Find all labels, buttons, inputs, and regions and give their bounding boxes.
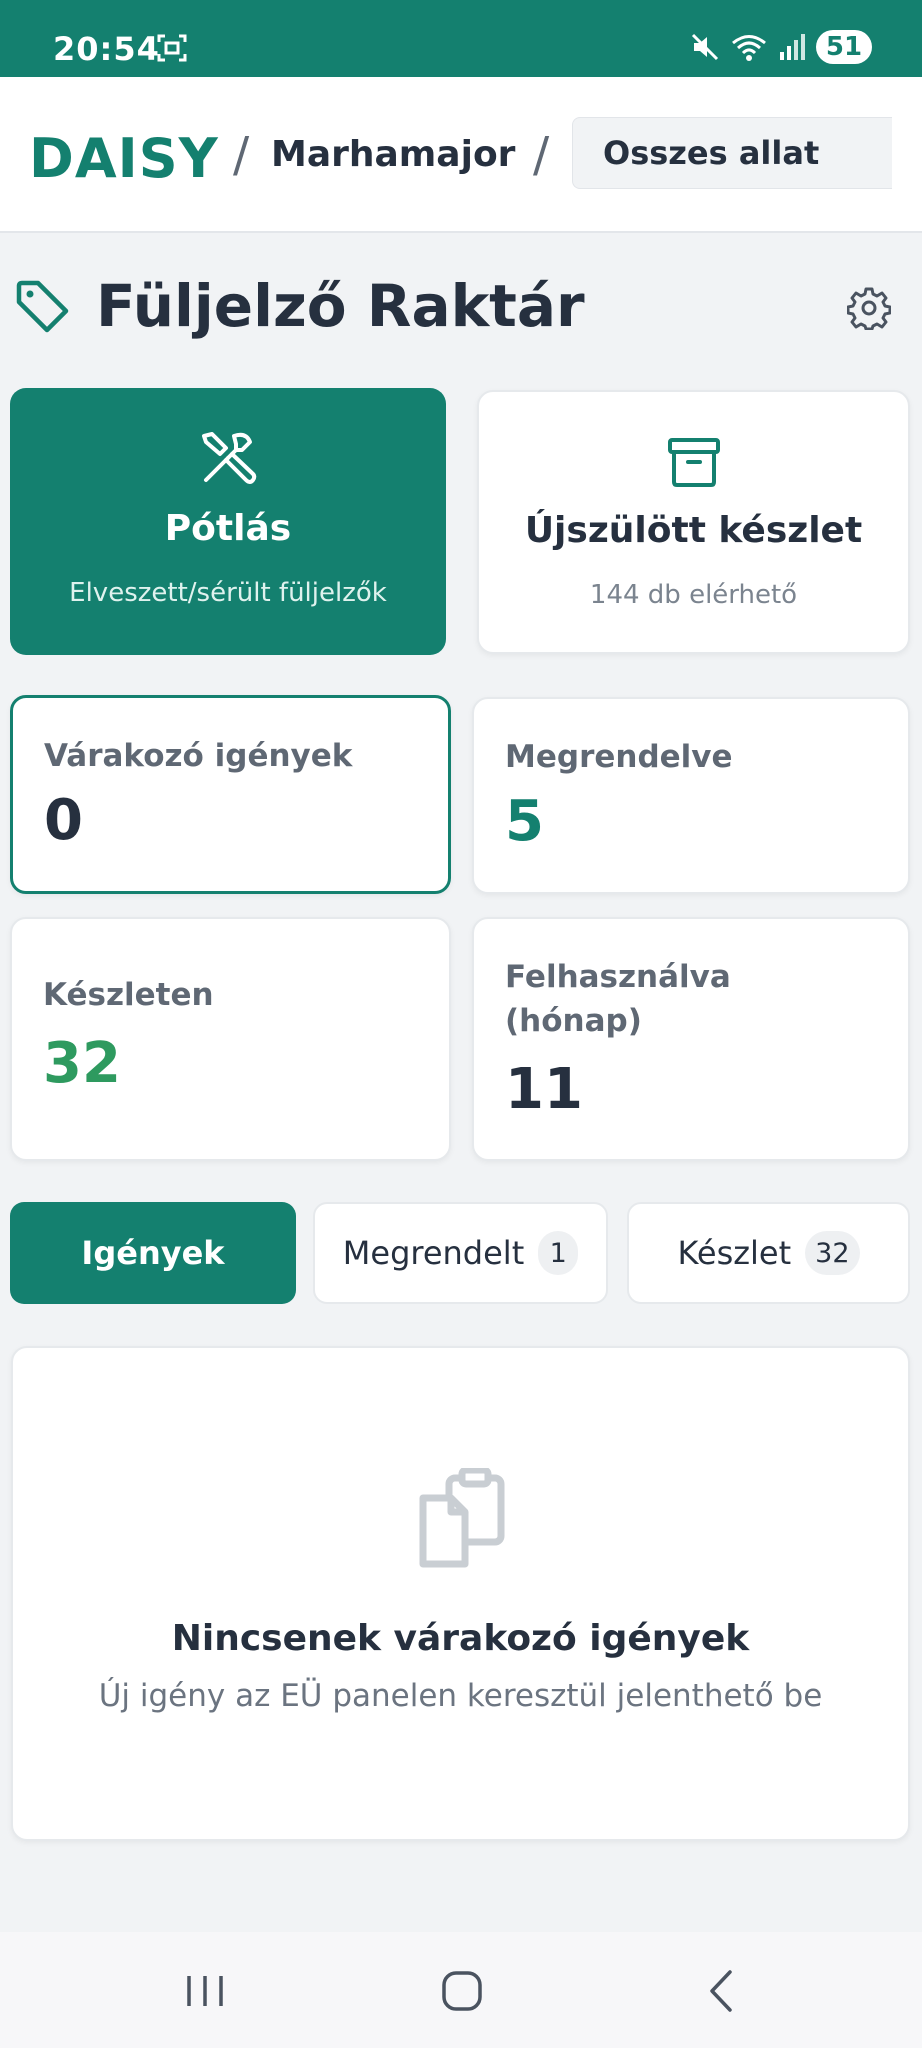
home-icon[interactable] [437, 1966, 487, 2016]
system-nav-bar [0, 1932, 922, 2048]
stat-value: 5 [505, 789, 544, 854]
screenshot-icon [157, 34, 187, 62]
newborn-stock-card[interactable]: Újszülött készlet 144 db elérhető [477, 390, 910, 654]
tab-label: Készlet [677, 1234, 792, 1272]
stat-value: 0 [44, 788, 83, 853]
stat-label: Felhasználva (hónap) [505, 959, 731, 1039]
tab-requests[interactable]: Igények [10, 1202, 296, 1304]
archive-box-icon [667, 438, 720, 487]
in-stock-stat[interactable]: Készleten 32 [10, 917, 451, 1161]
tab-count-badge: 32 [805, 1231, 860, 1275]
breadcrumb-separator: / [533, 127, 550, 183]
page-title: Füljelző Raktár [96, 272, 585, 340]
tab-count-badge: 1 [538, 1231, 579, 1275]
stat-label: Megrendelve [505, 739, 733, 775]
ordered-stat[interactable]: Megrendelve 5 [472, 697, 910, 894]
brand-logo[interactable]: DAISY [29, 127, 219, 190]
empty-state-title: Nincsenek várakozó igények [171, 1618, 750, 1659]
animal-filter-select[interactable]: Osszes allat [572, 117, 892, 189]
status-bar: 20:54 51 [0, 0, 922, 77]
wifi-icon [732, 35, 766, 61]
newborn-stock-title: Újszülött készlet [524, 510, 863, 551]
tab-label: Megrendelt [342, 1234, 525, 1272]
empty-state-subtitle: Új igény az EÜ panelen keresztül jelenth… [98, 1678, 823, 1714]
stat-value: 32 [43, 1031, 121, 1096]
breadcrumb-farm[interactable]: Marhamajor [271, 134, 515, 175]
recent-apps-icon[interactable] [180, 1966, 230, 2016]
replacement-subtitle: Elveszett/sérült füljelzők [69, 578, 387, 608]
gear-icon[interactable] [847, 286, 891, 330]
stat-label: Készleten [43, 977, 214, 1013]
signal-icon [780, 34, 805, 60]
tools-icon [202, 432, 257, 484]
empty-state-panel: Nincsenek várakozó igények Új igény az E… [11, 1346, 910, 1841]
used-month-stat[interactable]: Felhasználva (hónap) 11 [472, 917, 910, 1161]
pending-requests-stat[interactable]: Várakozó igények 0 [10, 695, 451, 894]
tab-ordered[interactable]: Megrendelt 1 [313, 1202, 608, 1304]
back-icon[interactable] [698, 1966, 748, 2016]
status-time: 20:54 [53, 30, 160, 68]
clipboard-icon [419, 1468, 504, 1568]
app-header: DAISY / Marhamajor / Osszes allat [0, 77, 922, 233]
stat-value: 11 [505, 1057, 583, 1122]
newborn-stock-subtitle: 144 db elérhető [589, 580, 798, 610]
replacement-title: Pótlás [164, 508, 292, 549]
stat-label: Várakozó igények [44, 738, 353, 774]
mute-icon [691, 33, 719, 61]
tab-label: Igények [81, 1234, 225, 1272]
replacement-action-card[interactable]: Pótlás Elveszett/sérült füljelzők [10, 388, 446, 655]
breadcrumb-separator: / [233, 127, 250, 183]
tag-icon [16, 280, 69, 333]
tab-stock[interactable]: Készlet 32 [627, 1202, 910, 1304]
battery-indicator: 51 [816, 30, 872, 64]
